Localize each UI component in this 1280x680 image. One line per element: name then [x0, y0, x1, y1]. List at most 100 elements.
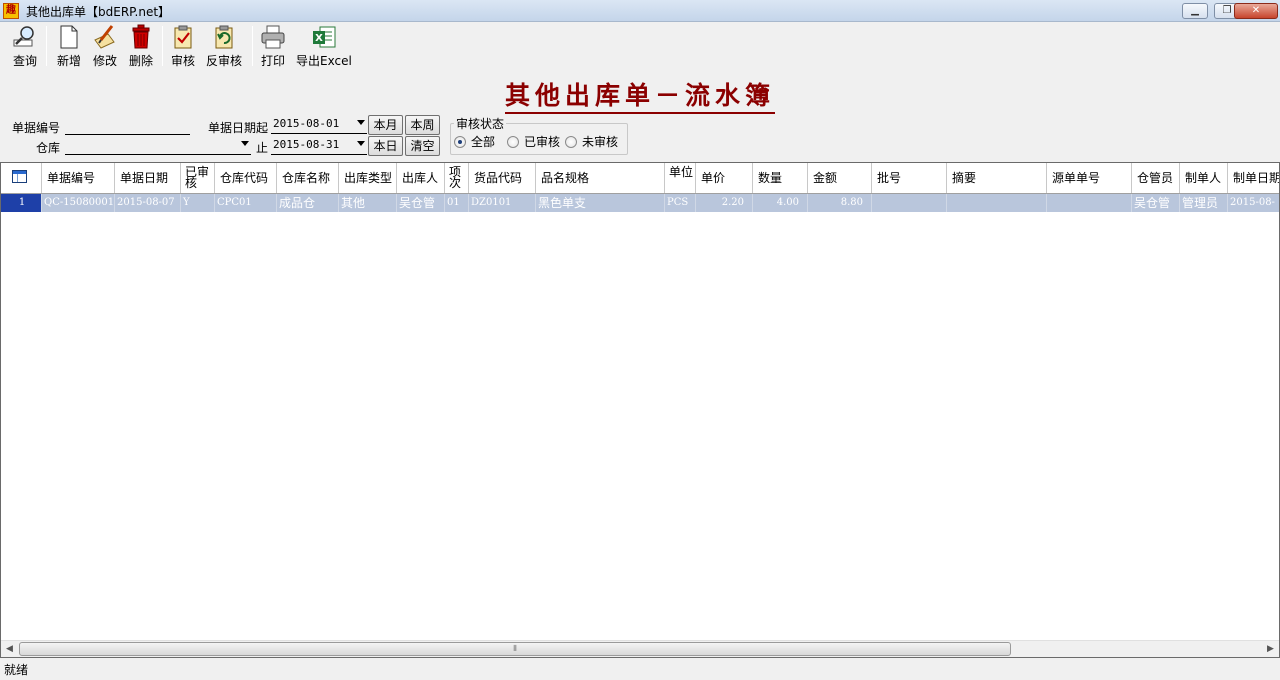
warehouse-select[interactable] — [65, 137, 251, 155]
delete-button[interactable]: 删除 — [128, 24, 154, 69]
grid-settings-icon — [12, 170, 27, 183]
window-title: 其他出库单【bdERP.net】 — [26, 5, 171, 19]
today-button[interactable]: 本日 — [368, 136, 403, 156]
print-button[interactable]: 打印 — [260, 24, 286, 69]
cell-make-date[interactable]: 2015-08- — [1228, 194, 1279, 212]
cell-unit[interactable]: PCS — [665, 194, 696, 212]
data-grid[interactable]: 单据编号 单据日期 已审核 仓库代码 仓库名称 出库类型 出库人 项次 货品代码… — [0, 162, 1280, 658]
date-to-picker[interactable]: 2015-08-31 — [271, 137, 367, 155]
status-bar: 就绪 — [4, 663, 29, 677]
title-bar: 趣 其他出库单【bdERP.net】 ▁ ❐ ✕ — [0, 0, 1280, 22]
warehouse-label: 仓库 — [36, 141, 61, 155]
chevron-down-icon[interactable] — [357, 120, 365, 125]
magnifier-icon — [13, 26, 34, 47]
cell-out-person[interactable]: 吴仓管 — [397, 194, 445, 212]
trash-can-icon — [132, 24, 150, 49]
col-header[interactable]: 单价 — [696, 163, 753, 193]
col-header[interactable]: 制单人 — [1180, 163, 1228, 193]
col-header[interactable]: 仓库名称 — [277, 163, 339, 193]
date-from-picker[interactable]: 2015-08-01 — [271, 116, 367, 134]
app-logo-icon: 趣 — [3, 3, 19, 19]
chevron-down-icon[interactable] — [241, 141, 249, 146]
cell-audited[interactable]: Y — [181, 194, 215, 212]
date-to-label: 止 — [256, 141, 269, 155]
doc-no-label: 单据编号 — [12, 121, 61, 135]
horizontal-scrollbar[interactable]: ◀ ⦀ ▶ — [1, 640, 1279, 657]
col-header[interactable]: 出库类型 — [339, 163, 397, 193]
cell-out-type[interactable]: 其他 — [339, 194, 397, 212]
radio-icon — [507, 136, 519, 148]
col-header[interactable]: 批号 — [872, 163, 947, 193]
edit-pencil-icon — [94, 25, 115, 49]
toolbar-separator — [252, 26, 253, 66]
export-excel-button[interactable]: X 导出Excel — [296, 24, 352, 69]
grid-header: 单据编号 单据日期 已审核 仓库代码 仓库名称 出库类型 出库人 项次 货品代码… — [1, 163, 1279, 194]
close-button[interactable]: ✕ — [1234, 3, 1278, 19]
scroll-left-icon[interactable]: ◀ — [1, 641, 18, 658]
cell-wh-name[interactable]: 成品仓 — [277, 194, 339, 212]
cell-date[interactable]: 2015-08-07 — [115, 194, 181, 212]
radio-selected-icon — [454, 136, 466, 148]
cell-amount[interactable]: 8.80 — [808, 194, 872, 212]
clipboard-check-icon — [174, 25, 192, 49]
edit-button[interactable]: 修改 — [92, 24, 118, 69]
col-header[interactable]: 仓库代码 — [215, 163, 277, 193]
query-button[interactable]: 查询 — [12, 24, 38, 69]
clipboard-undo-icon — [215, 25, 233, 49]
audit-button[interactable]: 审核 — [170, 24, 196, 69]
col-header[interactable]: 品名规格 — [536, 163, 665, 193]
cell-doc-no[interactable]: QC-15080001 — [42, 194, 115, 212]
excel-icon: X — [312, 26, 336, 48]
col-header[interactable]: 源单单号 — [1047, 163, 1132, 193]
toolbar-separator — [46, 26, 47, 66]
svg-text:X: X — [315, 33, 323, 44]
add-button[interactable]: 新增 — [56, 24, 82, 69]
cell-line[interactable]: 01 — [445, 194, 469, 212]
col-header[interactable]: 项次 — [445, 163, 469, 193]
cell-item-code[interactable]: DZ0101 — [469, 194, 536, 212]
audit-status-title: 审核状态 — [454, 115, 507, 132]
cell-wh-code[interactable]: CPC01 — [215, 194, 277, 212]
radio-audited[interactable]: 已审核 — [507, 133, 560, 150]
cell-memo[interactable] — [947, 194, 1047, 212]
cell-keeper[interactable]: 吴仓管 — [1132, 194, 1180, 212]
unaudit-button[interactable]: 反审核 — [206, 24, 242, 69]
col-header[interactable]: 数量 — [753, 163, 808, 193]
col-header[interactable]: 金额 — [808, 163, 872, 193]
radio-unaudited[interactable]: 未审核 — [565, 133, 618, 150]
scroll-thumb[interactable]: ⦀ — [19, 642, 1011, 656]
col-header[interactable]: 仓管员 — [1132, 163, 1180, 193]
radio-icon — [565, 136, 577, 148]
cell-src-no[interactable] — [1047, 194, 1132, 212]
cell-batch[interactable] — [872, 194, 947, 212]
toolbar-separator — [162, 26, 163, 66]
minimize-button[interactable]: ▁ — [1182, 3, 1208, 19]
col-header[interactable]: 单位 — [665, 163, 696, 193]
doc-no-underline — [65, 134, 190, 135]
this-week-button[interactable]: 本周 — [405, 115, 440, 135]
grid-corner[interactable] — [1, 163, 42, 193]
col-header[interactable]: 摘要 — [947, 163, 1047, 193]
col-header[interactable]: 出库人 — [397, 163, 445, 193]
cell-item-name[interactable]: 黑色单支 — [536, 194, 665, 212]
col-header[interactable]: 单据编号 — [42, 163, 115, 193]
scroll-right-icon[interactable]: ▶ — [1262, 641, 1279, 658]
radio-all[interactable]: 全部 — [454, 133, 495, 150]
table-row[interactable]: 1 QC-15080001 2015-08-07 Y CPC01 成品仓 其他 … — [1, 194, 1279, 212]
printer-icon — [261, 25, 285, 49]
date-from-label: 单据日期起 — [208, 121, 269, 135]
chevron-down-icon[interactable] — [357, 141, 365, 146]
new-document-icon — [60, 25, 78, 49]
row-index[interactable]: 1 — [1, 194, 42, 212]
col-header[interactable]: 制单日期 — [1228, 163, 1279, 193]
doc-no-input[interactable] — [65, 117, 190, 135]
col-header[interactable]: 已审核 — [181, 163, 215, 193]
clear-button[interactable]: 清空 — [405, 136, 440, 156]
this-month-button[interactable]: 本月 — [368, 115, 403, 135]
cell-maker[interactable]: 管理员 — [1180, 194, 1228, 212]
col-header[interactable]: 货品代码 — [469, 163, 536, 193]
cell-qty[interactable]: 4.00 — [753, 194, 808, 212]
cell-price[interactable]: 2.20 — [696, 194, 753, 212]
report-title: 其他出库单－流水簿 — [505, 76, 776, 114]
col-header[interactable]: 单据日期 — [115, 163, 181, 193]
